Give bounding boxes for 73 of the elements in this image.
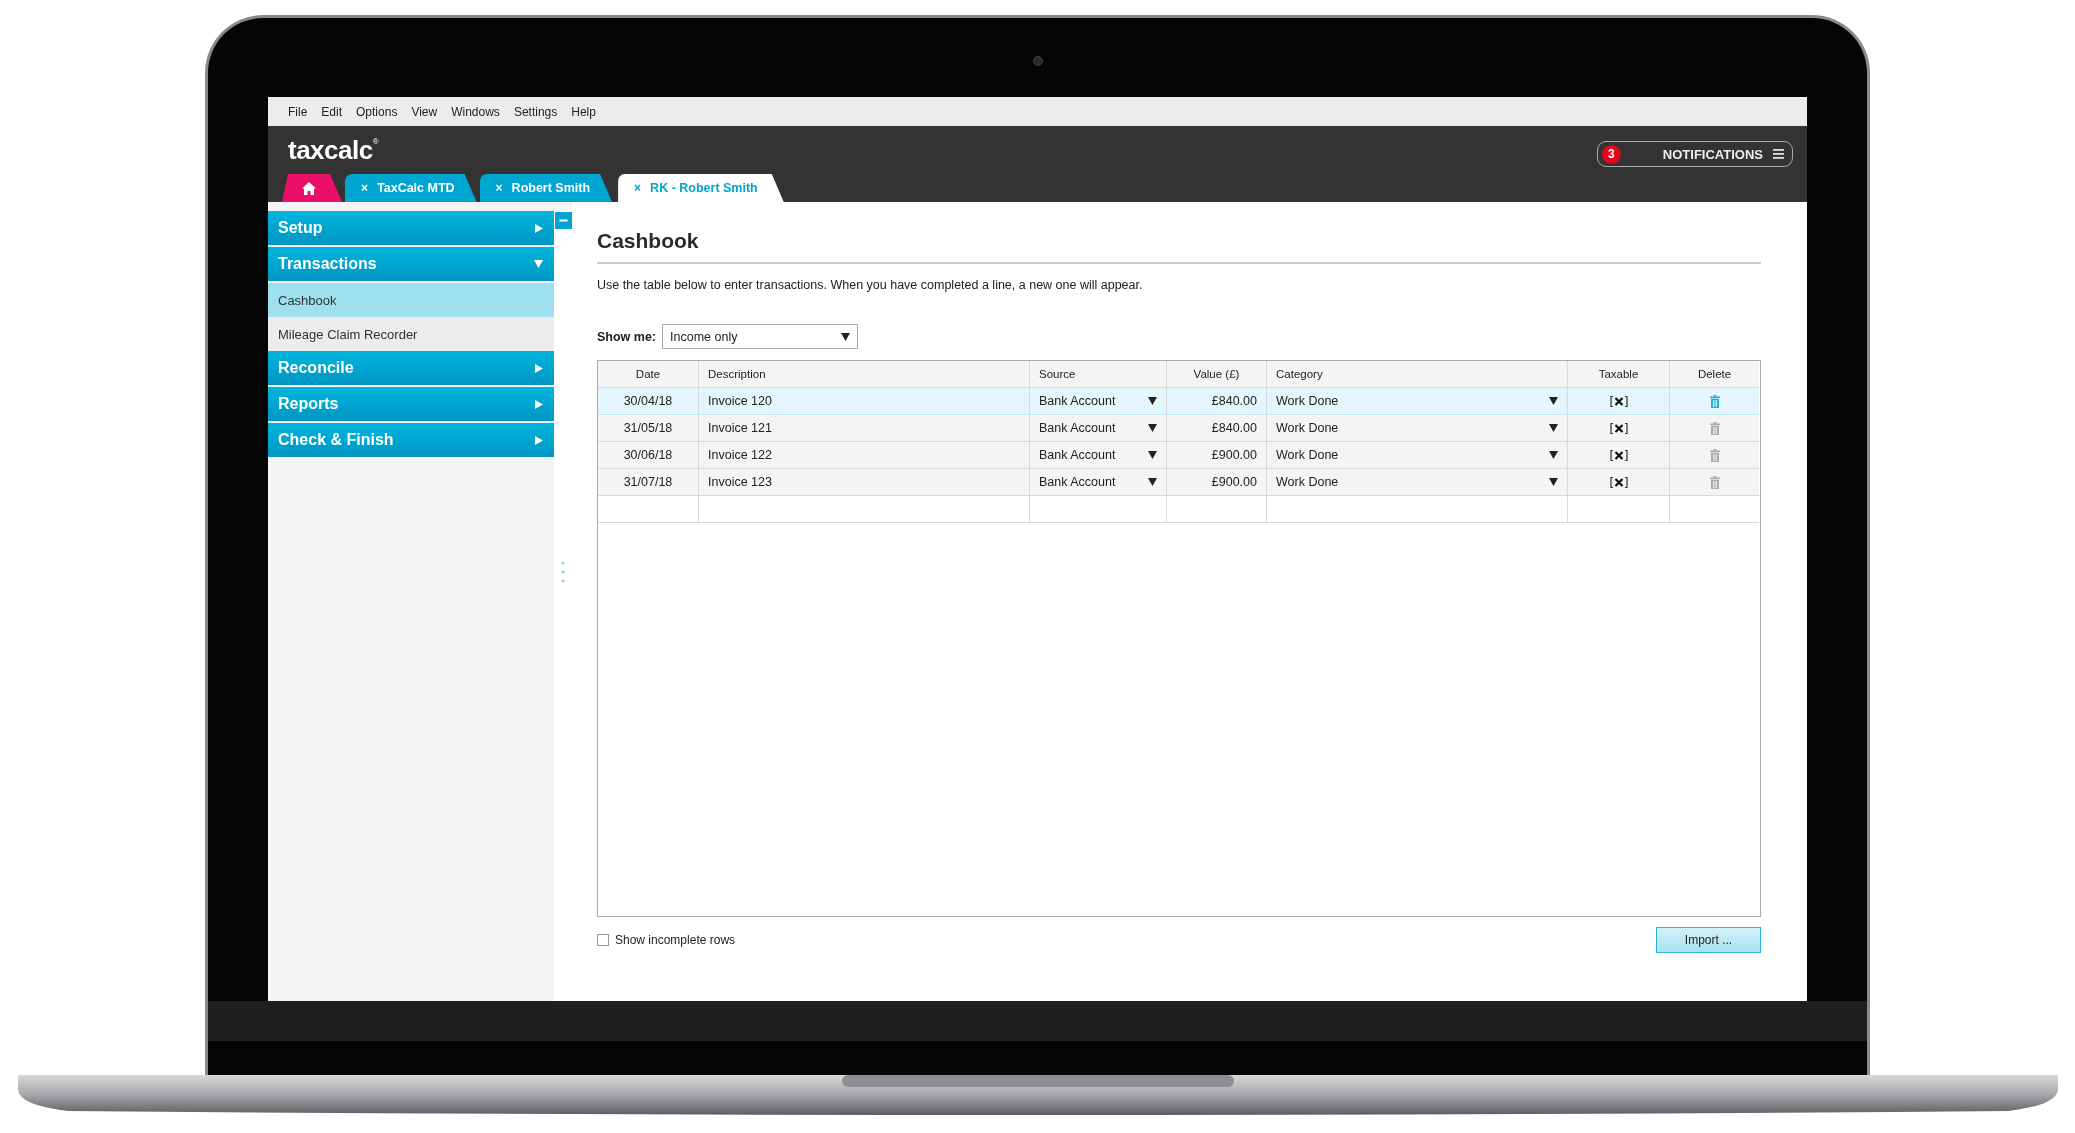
checkbox-cross-icon[interactable] [1609,395,1628,407]
trash-icon[interactable] [1709,448,1720,462]
column-header: Date [598,361,699,388]
table-cell: Invoice 120 [699,388,1030,415]
column-header: Source [1030,361,1167,388]
caret-down-icon [1549,451,1558,459]
checkbox-cross-icon[interactable] [1609,449,1628,461]
menu-item[interactable]: Settings [506,101,565,122]
camera-icon [1032,56,1043,66]
column-header: Delete [1670,361,1759,388]
caret-right-icon [535,399,543,409]
trash-icon[interactable] [1709,475,1720,489]
caret-down-icon [1549,397,1558,405]
trash-icon[interactable] [1709,394,1720,408]
menu-item[interactable]: Help [564,101,603,122]
menu-item[interactable]: Options [349,101,405,122]
table-cell: £900.00 [1167,442,1267,469]
source-dropdown[interactable]: Bank Account [1030,442,1167,469]
caret-down-icon [534,260,543,268]
resize-handle-icon [561,561,565,583]
caret-down-icon [841,332,851,341]
table-cell: 30/04/18 [598,388,699,415]
sidebar-item[interactable]: Mileage Claim Recorder [268,317,554,351]
logo: taxcalc$^{®}$ [288,134,379,166]
menu-item[interactable]: Windows [444,101,507,122]
menu-icon [1773,149,1784,159]
sidebar-item[interactable]: Cashbook [268,283,554,317]
incomplete-rows-checkbox[interactable]: Show incomplete rows [597,933,736,947]
column-header: Taxable [1568,361,1670,388]
checkbox-cross-icon[interactable] [1609,422,1628,434]
category-dropdown[interactable]: Work Done [1267,415,1568,442]
table-cell: 30/06/18 [598,442,699,469]
menu-item[interactable]: Edit [314,101,350,122]
source-dropdown[interactable]: Bank Account [1030,415,1167,442]
table-cell: Invoice 121 [699,415,1030,442]
notifications-button[interactable]: 3 NOTIFICATIONS [1596,141,1793,167]
table-cell: Invoice 123 [699,469,1030,496]
caret-right-icon [535,435,543,445]
home-icon [302,181,316,195]
intro-text: Use the table below to enter transactions. When you have completed a line, a new one will appear. [597,278,1144,292]
category-dropdown[interactable]: Work Done [1267,442,1568,469]
caret-down-icon [1549,478,1558,486]
caret-down-icon [1549,424,1558,432]
caret-down-icon [1148,397,1157,405]
source-dropdown[interactable]: Bank Account [1030,469,1167,496]
category-dropdown[interactable]: Work Done [1267,388,1568,415]
caret-down-icon [1148,478,1157,486]
page-title: Cashbook [597,228,700,254]
checkbox-cross-icon[interactable] [1609,476,1628,488]
table-cell: £840.00 [1167,415,1267,442]
column-header: Description [699,361,1030,388]
menu-item[interactable]: File [281,101,315,122]
table-cell: £900.00 [1167,469,1267,496]
import-button[interactable]: Import ... [1656,927,1761,953]
menu-item[interactable]: View [404,101,445,122]
caret-down-icon [1148,424,1157,432]
table-cell: 31/05/18 [598,415,699,442]
source-dropdown[interactable]: Bank Account [1030,388,1167,415]
notification-count: 3 [1601,144,1621,164]
table-cell: Invoice 122 [699,442,1030,469]
table-cell: £840.00 [1167,388,1267,415]
caret-right-icon [535,363,543,373]
column-header: Value (£) [1167,361,1267,388]
caret-down-icon [1148,451,1157,459]
category-dropdown[interactable]: Work Done [1267,469,1568,496]
collapse-button[interactable] [554,212,572,229]
table-cell: 31/07/18 [598,469,699,496]
caret-right-icon [535,223,543,233]
home-tab[interactable] [282,174,342,202]
column-header: Category [1267,361,1568,388]
filter-label: Show me: [597,329,657,344]
filter-dropdown[interactable]: Income only [662,324,859,349]
trash-icon[interactable] [1709,421,1720,435]
